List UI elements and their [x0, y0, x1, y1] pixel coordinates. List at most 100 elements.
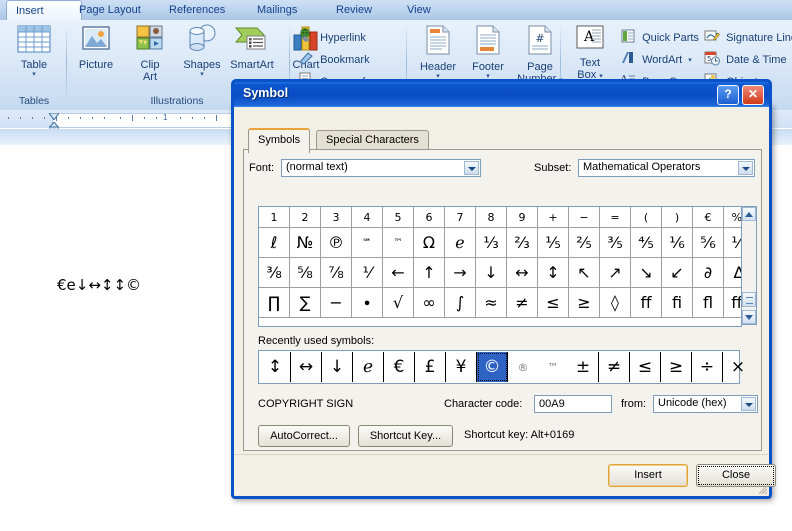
symbol-cell[interactable]: 1	[259, 207, 290, 228]
symbol-cell[interactable]: ↖	[568, 257, 600, 288]
recent-symbol[interactable]: ↕	[260, 352, 291, 382]
text-box-button[interactable]: A Text Box ▾	[564, 24, 616, 81]
font-combo[interactable]: (normal text)	[281, 159, 481, 177]
symbol-cell[interactable]: ‰	[723, 207, 741, 228]
symbol-cell[interactable]: ↑	[413, 257, 445, 288]
symbol-cell[interactable]: ⅗	[599, 227, 631, 258]
symbol-cell[interactable]: ≤	[537, 287, 569, 318]
symbol-cell[interactable]: ↙	[661, 257, 693, 288]
wordart-button[interactable]: WordArt ▾	[620, 50, 692, 71]
symbol-cell[interactable]: ◊	[599, 287, 631, 318]
recent-symbol[interactable]: ↔	[290, 352, 322, 382]
symbol-cell[interactable]: ⅖	[568, 227, 600, 258]
clipart-button[interactable]: Clip Art	[124, 24, 176, 83]
shortcut-key-button[interactable]: Shortcut Key...	[358, 425, 453, 447]
shapes-button[interactable]: Shapes ▾	[176, 24, 228, 78]
dialog-title-bar[interactable]: Symbol ? ✕	[231, 79, 772, 107]
chevron-down-icon[interactable]	[741, 397, 756, 411]
scrollbar-thumb[interactable]	[742, 292, 756, 307]
symbol-cell[interactable]: ∞	[413, 287, 445, 318]
symbol-cell[interactable]: ⅟	[351, 257, 383, 288]
symbol-cell[interactable]: ∆	[723, 257, 741, 288]
table-button[interactable]: Table ▾	[8, 24, 60, 78]
recent-symbol[interactable]: ≤	[629, 352, 661, 382]
symbol-cell[interactable]: ↘	[630, 257, 662, 288]
symbol-cell[interactable]: ←	[382, 257, 414, 288]
symbol-cell[interactable]: 3	[320, 207, 352, 228]
character-code-input[interactable]: 00A9	[534, 395, 612, 413]
help-button[interactable]: ?	[717, 85, 739, 105]
symbol-cell[interactable]: ℓ	[259, 227, 290, 258]
symbol-cell[interactable]: ﬂ	[692, 287, 724, 318]
symbol-cell[interactable]: ⅚	[692, 227, 724, 258]
symbol-cell[interactable]: ∂	[692, 257, 724, 288]
symbol-cell[interactable]: (	[630, 207, 662, 228]
symbol-cell[interactable]: =	[599, 207, 631, 228]
symbol-cell[interactable]: ﬁ	[661, 287, 693, 318]
close-button[interactable]: ✕	[742, 85, 764, 105]
symbol-cell[interactable]: −	[320, 287, 352, 318]
symbol-cell[interactable]: ⅙	[661, 227, 693, 258]
recent-symbol[interactable]: €	[383, 352, 415, 382]
recent-symbol[interactable]: ≠	[598, 352, 630, 382]
recent-symbol[interactable]: ±	[568, 352, 599, 382]
recent-symbol[interactable]: ≥	[660, 352, 692, 382]
first-line-indent-marker[interactable]	[48, 111, 60, 121]
symbol-cell[interactable]: ℗	[320, 227, 352, 258]
symbol-grid[interactable]: 123456789+−=()€‰ℓ№℗℠™Ωℯ⅓⅔⅕⅖⅗⅘⅙⅚⅛⅜⅝⅞⅟←↑→↓…	[258, 206, 742, 327]
symbol-cell[interactable]: ⅜	[259, 257, 290, 288]
symbol-cell[interactable]: ™	[382, 227, 414, 258]
symbol-cell[interactable]: )	[661, 207, 693, 228]
recent-symbol[interactable]: ™	[538, 352, 568, 382]
symbol-cell[interactable]: ≠	[506, 287, 538, 318]
symbol-cell[interactable]: ↓	[475, 257, 507, 288]
symbol-cell[interactable]: 4	[351, 207, 383, 228]
footer-button[interactable]: Footer ▾	[462, 24, 514, 80]
symbol-cell[interactable]: ⅛	[723, 227, 741, 258]
recent-symbol[interactable]: ×	[723, 352, 754, 382]
symbol-cell[interactable]: 7	[444, 207, 476, 228]
symbol-cell[interactable]: −	[568, 207, 600, 228]
chevron-down-icon[interactable]	[738, 161, 753, 175]
recent-symbol[interactable]: ℯ	[352, 352, 384, 382]
symbol-cell[interactable]: ∑	[289, 287, 321, 318]
resize-grip[interactable]	[756, 483, 768, 495]
symbol-cell[interactable]: 2	[289, 207, 321, 228]
symbol-grid-scrollbar[interactable]	[741, 206, 757, 325]
tab-references[interactable]: References	[160, 1, 234, 20]
smartart-button[interactable]: SmartArt	[226, 24, 278, 71]
header-button[interactable]: Header ▾	[412, 24, 464, 80]
recent-symbol[interactable]: ÷	[691, 352, 723, 382]
signature-line-button[interactable]: Signature Line	[704, 28, 792, 49]
from-combo[interactable]: Unicode (hex)	[653, 395, 758, 413]
tab-mailings[interactable]: Mailings	[248, 1, 306, 20]
tab-view[interactable]: View	[398, 1, 440, 20]
recent-symbol[interactable]: £	[414, 352, 446, 382]
symbol-cell[interactable]: ∫	[444, 287, 476, 318]
scroll-down-button[interactable]	[742, 310, 756, 324]
date-time-button[interactable]: 5 Date & Time	[704, 50, 787, 71]
bookmark-button[interactable]: Bookmark	[298, 50, 370, 71]
symbol-cell[interactable]: ﬃ	[723, 287, 741, 318]
recent-symbol[interactable]: ¥	[445, 352, 477, 382]
symbol-cell[interactable]: √	[382, 287, 414, 318]
recent-symbol[interactable]: ®	[508, 352, 539, 382]
symbol-cell[interactable]: ⅘	[630, 227, 662, 258]
autocorrect-button[interactable]: AutoCorrect...	[258, 425, 350, 447]
symbol-cell[interactable]: ﬀ	[630, 287, 662, 318]
symbol-cell[interactable]: ℠	[351, 227, 383, 258]
recent-symbol[interactable]: ↓	[321, 352, 353, 382]
symbol-cell[interactable]: ℯ	[444, 227, 476, 258]
symbol-cell[interactable]: ⅝	[289, 257, 321, 288]
tab-symbols[interactable]: Symbols	[248, 128, 311, 153]
symbol-cell[interactable]: ↔	[506, 257, 538, 288]
left-indent-marker[interactable]	[47, 121, 61, 131]
recent-symbol-selected[interactable]: ©	[476, 352, 508, 382]
picture-button[interactable]: Picture	[70, 24, 122, 71]
subset-combo[interactable]: Mathematical Operators	[578, 159, 755, 177]
hyperlink-button[interactable]: Hyperlink	[298, 28, 366, 49]
document-text[interactable]: €e↓↔↕↕©	[57, 276, 141, 294]
scroll-up-button[interactable]	[742, 207, 756, 221]
symbol-cell[interactable]: ↕	[537, 257, 569, 288]
recently-used-symbols[interactable]: ↕ ↔ ↓ ℯ € £ ¥ © ® ™ ± ≠ ≤ ≥ ÷ ×	[258, 350, 745, 384]
